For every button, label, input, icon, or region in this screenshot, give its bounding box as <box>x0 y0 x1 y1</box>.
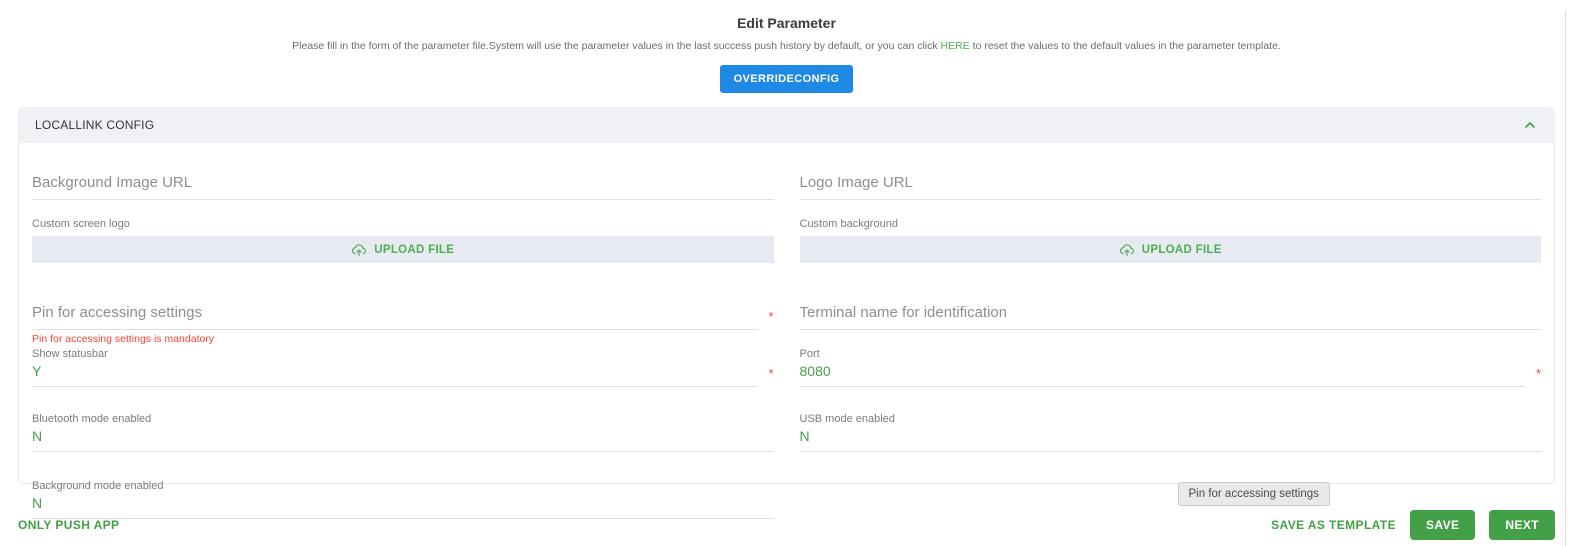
cloud-upload-icon <box>351 243 367 257</box>
show-statusbar-label: Show statusbar <box>32 348 774 360</box>
panel-body: Custom screen logo UPLOAD FILE * Pin for… <box>18 143 1555 484</box>
required-asterisk: * <box>764 366 774 387</box>
bluetooth-mode-row <box>32 425 774 452</box>
custom-background-label: Custom background <box>800 218 1542 230</box>
page-header: Edit Parameter Please fill in the form o… <box>0 0 1573 93</box>
panel-header[interactable]: LOCALLINK CONFIG <box>18 107 1555 143</box>
subtitle-text-before: Please fill in the form of the parameter… <box>292 40 940 52</box>
logo-image-url-row <box>800 169 1542 200</box>
left-column: Custom screen logo UPLOAD FILE * Pin for… <box>32 159 774 519</box>
save-as-template-button[interactable]: SAVE AS TEMPLATE <box>1271 518 1396 532</box>
port-label: Port <box>800 348 1542 360</box>
required-asterisk: * <box>764 309 774 330</box>
upload-file-button-left[interactable]: UPLOAD FILE <box>32 236 774 263</box>
right-column: Custom background UPLOAD FILE Port <box>800 159 1542 519</box>
port-row: * <box>800 360 1542 387</box>
background-mode-input[interactable] <box>32 492 774 519</box>
show-statusbar-row: * <box>32 360 774 387</box>
pin-input[interactable] <box>32 299 758 330</box>
save-button[interactable]: SAVE <box>1410 510 1475 540</box>
overrideconfig-button[interactable]: OVERRIDECONFIG <box>720 65 854 93</box>
background-mode-label: Background mode enabled <box>32 480 774 492</box>
here-link[interactable]: HERE <box>941 40 970 52</box>
pin-error-message: Pin for accessing settings is mandatory <box>32 333 774 346</box>
bluetooth-mode-label: Bluetooth mode enabled <box>32 413 774 425</box>
pin-row: * <box>32 299 774 330</box>
page-title: Edit Parameter <box>0 15 1573 31</box>
locallink-config-panel: LOCALLINK CONFIG Custom screen logo UPLO… <box>18 107 1555 484</box>
required-asterisk: * <box>1531 366 1541 387</box>
next-button[interactable]: NEXT <box>1489 510 1555 540</box>
page-subtitle: Please fill in the form of the parameter… <box>0 40 1573 52</box>
scrollbar[interactable] <box>1565 10 1566 546</box>
cloud-upload-icon <box>1119 243 1135 257</box>
background-image-url-input[interactable] <box>32 169 774 200</box>
pin-tooltip: Pin for accessing settings <box>1178 482 1330 506</box>
custom-screen-logo-label: Custom screen logo <box>32 218 774 230</box>
terminal-name-row <box>800 299 1542 330</box>
logo-image-url-input[interactable] <box>800 169 1542 200</box>
footer-right-actions: SAVE AS TEMPLATE SAVE NEXT <box>1271 510 1555 540</box>
chevron-up-icon[interactable] <box>1522 117 1538 133</box>
terminal-name-input[interactable] <box>800 299 1542 330</box>
bluetooth-mode-input[interactable] <box>32 425 774 452</box>
usb-mode-row <box>800 425 1542 452</box>
show-statusbar-input[interactable] <box>32 360 758 387</box>
only-push-app-button[interactable]: ONLY PUSH APP <box>18 518 119 532</box>
upload-file-button-right[interactable]: UPLOAD FILE <box>800 236 1542 263</box>
form-grid: Custom screen logo UPLOAD FILE * Pin for… <box>32 159 1541 519</box>
panel-title: LOCALLINK CONFIG <box>35 118 154 132</box>
upload-file-label: UPLOAD FILE <box>374 244 454 256</box>
usb-mode-input[interactable] <box>800 425 1542 452</box>
usb-mode-label: USB mode enabled <box>800 413 1542 425</box>
background-mode-row <box>32 492 774 519</box>
port-input[interactable] <box>800 360 1526 387</box>
subtitle-text-after: to reset the values to the default value… <box>970 40 1281 52</box>
upload-file-label: UPLOAD FILE <box>1142 244 1222 256</box>
spacer <box>800 330 1542 346</box>
tooltip-wrapper: Pin for accessing settings <box>800 482 1542 506</box>
background-image-url-row <box>32 169 774 200</box>
